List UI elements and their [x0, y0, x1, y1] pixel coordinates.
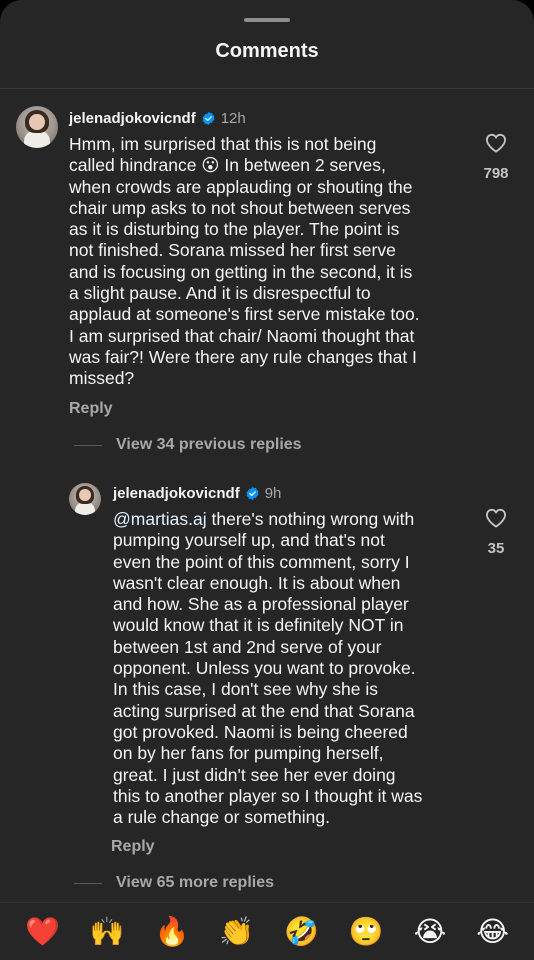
drag-handle[interactable]: [244, 18, 290, 22]
view-previous-replies[interactable]: View 34 previous replies: [74, 436, 302, 454]
reply-text-block: @martias.aj there's nothing wrong with p…: [113, 509, 468, 828]
fire-emoji-icon[interactable]: 🔥: [155, 917, 190, 946]
rolling-eyes-emoji-icon[interactable]: 🙄: [349, 917, 384, 946]
raising-hands-emoji-icon[interactable]: 🙌: [90, 917, 125, 946]
thread-line: [74, 444, 102, 446]
comment-like-count: 798: [483, 165, 509, 182]
reply-reply-button[interactable]: Reply: [111, 838, 155, 856]
reply-avatar[interactable]: [69, 483, 101, 515]
reply-username-row: jelenadjokovicndf 9h: [113, 485, 281, 502]
heart-outline-icon[interactable]: [485, 508, 507, 528]
emoji-reaction-bar: ❤️ 🙌 🔥 👏 🤣 🙄 😭 😂: [0, 902, 534, 960]
comment-text: Hmm, im surprised that this is not being…: [69, 134, 420, 389]
view-previous-replies-label: View 34 previous replies: [116, 436, 302, 453]
reply-username[interactable]: jelenadjokovicndf: [113, 485, 240, 502]
verified-badge-icon: [246, 486, 259, 501]
thread-line: [74, 882, 102, 884]
clapping-hands-emoji-icon[interactable]: 👏: [219, 917, 254, 946]
reply-mention-link[interactable]: @martias.aj: [113, 509, 207, 529]
view-more-replies[interactable]: View 65 more replies: [74, 874, 274, 892]
rolling-laughing-emoji-icon[interactable]: 🤣: [284, 917, 319, 946]
comments-sheet: Comments jelenadjokovicndf 12h Hmm, im s…: [0, 0, 534, 960]
sheet-title: Comments: [215, 40, 319, 62]
reply-timestamp: 9h: [264, 485, 282, 502]
header-divider: [0, 88, 534, 89]
comment-timestamp: 12h: [220, 110, 246, 127]
comment-like[interactable]: 798: [476, 133, 516, 182]
comment-reply-button[interactable]: Reply: [69, 400, 113, 418]
reply-like[interactable]: 35: [476, 508, 516, 557]
reply-like-count: 35: [487, 540, 505, 557]
red-heart-emoji-icon[interactable]: ❤️: [25, 917, 60, 946]
verified-badge-icon: [202, 111, 215, 126]
heart-outline-icon[interactable]: [485, 133, 507, 153]
tears-of-joy-emoji-icon[interactable]: 😂: [476, 917, 509, 946]
reply-text: there's nothing wrong with pumping yours…: [113, 509, 423, 828]
commenter-avatar[interactable]: [16, 106, 58, 148]
crying-face-emoji-icon[interactable]: 😭: [414, 917, 447, 946]
view-more-replies-label: View 65 more replies: [116, 874, 275, 891]
comment-username[interactable]: jelenadjokovicndf: [69, 110, 196, 127]
comment-username-row: jelenadjokovicndf 12h: [69, 110, 246, 127]
